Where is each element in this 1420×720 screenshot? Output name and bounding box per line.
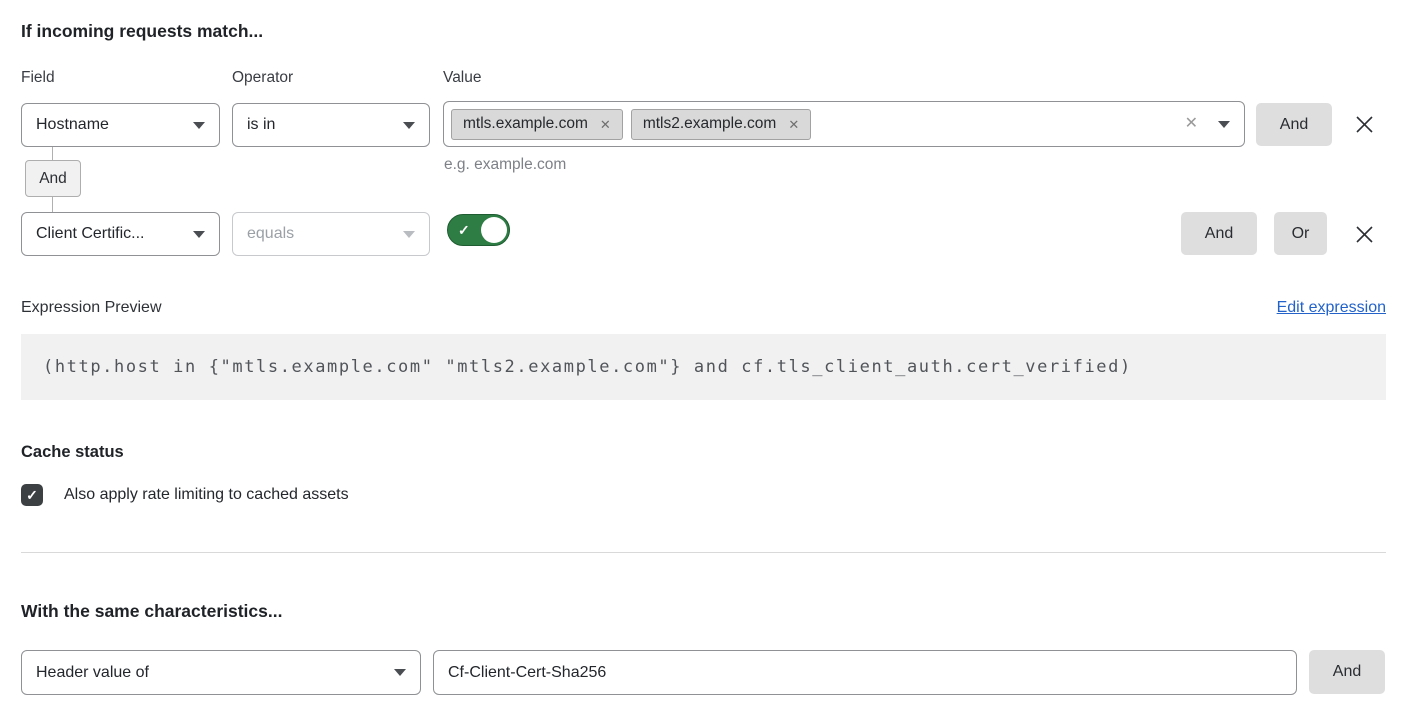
operator-select-row2: equals: [232, 212, 430, 256]
characteristics-title: With the same characteristics...: [21, 601, 282, 622]
or-button-row2[interactable]: Or: [1274, 212, 1327, 255]
value-multiselect-row1[interactable]: mtls.example.com ✕ mtls2.example.com ✕ ✕: [443, 101, 1245, 147]
value-tag: mtls.example.com ✕: [451, 109, 623, 140]
field-select-row1-value: Hostname: [36, 116, 109, 134]
value-label: Value: [443, 69, 482, 87]
operator-select-row2-value: equals: [247, 225, 294, 243]
cached-assets-checkbox[interactable]: ✓: [21, 484, 43, 506]
connector-line: [52, 197, 53, 212]
caret-down-icon: [394, 669, 406, 676]
delete-row2-button[interactable]: [1352, 222, 1376, 246]
and-button-row2[interactable]: And: [1181, 212, 1257, 255]
cached-assets-checkbox-label: Also apply rate limiting to cached asset…: [64, 486, 349, 504]
value-helper-text: e.g. example.com: [444, 156, 566, 174]
value-tag-text: mtls2.example.com: [643, 115, 777, 133]
caret-down-icon: [193, 122, 205, 129]
connector-and-button[interactable]: And: [25, 160, 81, 197]
header-name-input[interactable]: [433, 650, 1297, 695]
incoming-requests-title: If incoming requests match...: [21, 21, 263, 42]
cache-status-title: Cache status: [21, 443, 124, 462]
and-button-row1[interactable]: And: [1256, 103, 1332, 146]
connector-line: [52, 147, 53, 160]
tag-remove-icon[interactable]: ✕: [788, 118, 799, 131]
field-select-row2[interactable]: Client Certific...: [21, 212, 220, 256]
rule-builder-page: If incoming requests match... Field Oper…: [0, 0, 1420, 720]
caret-down-icon: [1218, 121, 1230, 128]
edit-expression-link[interactable]: Edit expression: [1277, 299, 1386, 317]
caret-down-icon: [403, 231, 415, 238]
close-icon: [1354, 114, 1375, 135]
cert-verified-toggle[interactable]: ✓: [447, 214, 510, 246]
operator-select-row1[interactable]: is in: [232, 103, 430, 147]
field-select-row1[interactable]: Hostname: [21, 103, 220, 147]
caret-down-icon: [403, 122, 415, 129]
field-label: Field: [21, 69, 55, 87]
toggle-knob: [481, 217, 507, 243]
check-icon: ✓: [458, 221, 470, 239]
expression-preview-label: Expression Preview: [21, 299, 162, 317]
characteristic-select[interactable]: Header value of: [21, 650, 421, 695]
tag-remove-icon[interactable]: ✕: [600, 118, 611, 131]
expression-code-block: (http.host in {"mtls.example.com" "mtls2…: [21, 334, 1386, 400]
expression-code: (http.host in {"mtls.example.com" "mtls2…: [43, 357, 1132, 377]
characteristic-select-value: Header value of: [36, 664, 149, 682]
and-button-characteristics[interactable]: And: [1309, 650, 1385, 694]
check-icon: ✓: [26, 487, 38, 504]
operator-select-row1-value: is in: [247, 116, 275, 134]
operator-label: Operator: [232, 69, 293, 87]
delete-row1-button[interactable]: [1352, 112, 1376, 136]
value-tag-text: mtls.example.com: [463, 115, 588, 133]
value-tag: mtls2.example.com ✕: [631, 109, 811, 140]
field-select-row2-value: Client Certific...: [36, 225, 144, 243]
close-icon: [1354, 224, 1375, 245]
section-divider: [21, 552, 1386, 553]
caret-down-icon: [193, 231, 205, 238]
clear-all-icon[interactable]: ✕: [1185, 116, 1198, 132]
